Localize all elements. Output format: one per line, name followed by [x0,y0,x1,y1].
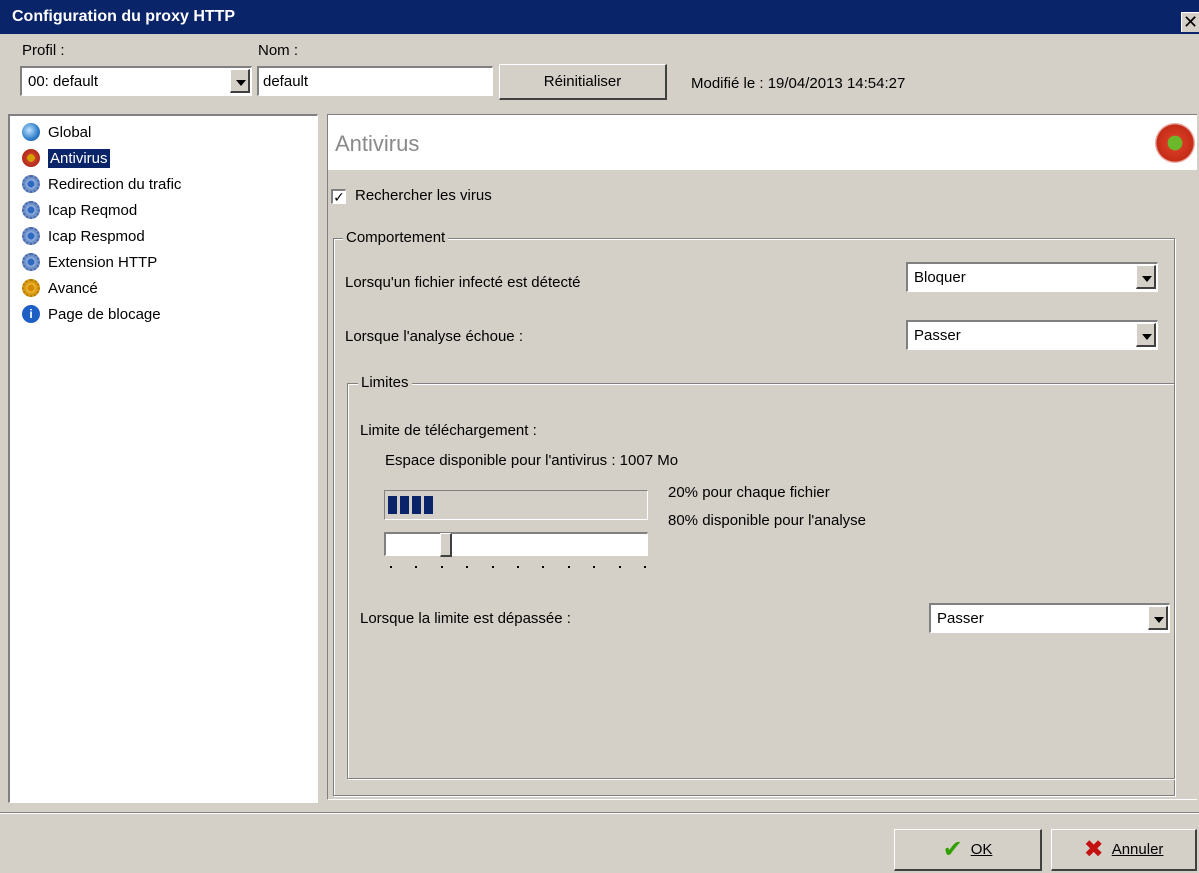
profil-label: Profil : [22,42,65,59]
slider-tick [517,566,519,568]
ok-button[interactable]: ✔ OK [894,829,1042,871]
window-title: Configuration du proxy HTTP [12,8,236,25]
sidebar-item-label: Redirection du trafic [48,175,182,193]
footer-divider [0,812,1199,814]
slider-tick [466,566,469,568]
globe-icon [22,123,40,141]
sidebar-item-global[interactable]: Global [22,119,91,145]
failure-label: Lorsque l'analyse échoue : [345,328,523,345]
exceeded-label: Lorsque la limite est dépassée : [360,610,571,627]
limits-legend: Limites [358,374,412,391]
per-file-percent: 20% pour chaque fichier [668,484,830,501]
chevron-down-icon[interactable] [1136,265,1156,289]
slider-tick [618,566,621,568]
sidebar-item-label: Global [48,123,92,141]
size-limit-slider-track[interactable] [384,532,648,557]
title-bar: Configuration du proxy HTTP ✕ [0,0,1199,34]
limits-group [347,383,1175,779]
sidebar-item-page-de-blocage[interactable]: i Page de blocage [22,301,161,327]
sidebar-item-extension-http[interactable]: Extension HTTP [22,249,157,275]
infected-action-select[interactable]: Bloquer [906,262,1158,292]
download-limit-label: Limite de téléchargement : [360,422,537,439]
sidebar-item-label: Icap Respmod [48,227,145,245]
scan-viruses-label: Rechercher les virus [355,187,492,204]
space-progress-bar [384,490,648,520]
profile-select[interactable]: 00: default [20,66,252,96]
slider-tick [593,566,596,568]
sidebar-item-label: Extension HTTP [48,253,158,271]
antivirus-icon [1155,123,1195,163]
cancel-x-icon: ✖ [1083,836,1104,863]
sidebar-item-icap-respmod[interactable]: Icap Respmod [22,223,145,249]
sidebar-item-label: Icap Reqmod [48,201,138,219]
gear-icon [22,279,40,297]
slider-tick [542,566,545,568]
info-icon: i [22,305,40,323]
gear-icon [22,201,40,219]
reset-button[interactable]: Réinitialiser [499,64,667,100]
ok-button-label: OK [970,841,993,858]
sidebar-item-redirection[interactable]: Redirection du trafic [22,171,181,197]
sidebar-item-avance[interactable]: Avancé [22,275,98,301]
modified-date: Modifié le : 19/04/2013 14:54:27 [691,75,906,92]
slider-tick [415,566,418,568]
available-space-label: Espace disponible pour l'antivirus : 100… [385,452,679,469]
infected-label: Lorsqu'un fichier infecté est détecté [345,274,581,291]
chevron-down-icon[interactable] [230,69,250,93]
sidebar-tree: Global Antivirus Redirection du trafic I… [8,114,318,803]
available-percent: 80% disponible pour l'analyse [668,512,866,529]
gear-icon [22,253,40,271]
progress-fill [388,496,433,514]
slider-tick [644,566,646,568]
sidebar-item-label: Antivirus [48,148,110,168]
scan-viruses-checkbox[interactable]: ✓ [331,189,346,204]
cancel-button[interactable]: ✖ Annuler [1051,829,1197,871]
sidebar-item-label: Page de blocage [48,305,161,323]
name-input[interactable]: default [257,66,493,96]
close-icon: ✕ [1182,12,1199,32]
sidebar-item-icap-reqmod[interactable]: Icap Reqmod [22,197,137,223]
chevron-down-icon[interactable] [1136,323,1156,347]
slider-tick [567,566,570,568]
sidebar-item-antivirus[interactable]: Antivirus [22,145,110,171]
gear-icon [22,227,40,245]
progress-block [388,496,397,514]
progress-block [400,496,409,514]
chevron-down-icon[interactable] [1148,606,1168,630]
progress-block [424,496,433,514]
infected-action-value: Bloquer [914,269,966,286]
slider-tick [390,566,392,568]
antivirus-icon [22,149,40,167]
panel-header: Antivirus [327,114,1197,170]
profile-select-value: 00: default [28,73,99,90]
cancel-button-label: Annuler [1111,841,1164,858]
exceeded-action-value: Passer [937,610,984,627]
exceeded-action-select[interactable]: Passer [929,603,1170,633]
gear-icon [22,175,40,193]
slider-ticks [384,566,648,572]
progress-block [412,496,421,514]
slider-thumb[interactable] [439,533,452,557]
check-icon: ✔ [942,836,963,863]
failure-action-value: Passer [914,327,961,344]
behavior-legend: Comportement [343,229,449,246]
name-input-value: default [263,73,309,90]
nom-label: Nom : [258,42,299,59]
slider-tick [440,566,443,568]
panel-title: Antivirus [335,131,420,156]
sidebar-item-label: Avancé [48,279,98,297]
failure-action-select[interactable]: Passer [906,320,1158,350]
close-button[interactable]: ✕ [1181,12,1199,32]
slider-tick [491,566,494,568]
